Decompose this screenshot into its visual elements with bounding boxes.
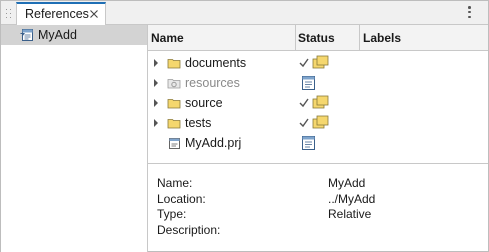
table-row[interactable]: resources <box>148 73 488 93</box>
property-name: Name: MyAdd <box>157 176 482 192</box>
reference-item-myadd[interactable]: MyAdd <box>1 25 147 45</box>
column-header-name[interactable]: Name <box>151 25 184 51</box>
property-key: Location: <box>157 191 206 206</box>
table-row[interactable]: tests <box>148 113 488 133</box>
close-icon[interactable] <box>88 8 100 20</box>
resource-folder-icon <box>167 79 181 89</box>
property-value: Relative <box>328 207 372 221</box>
row-name: source <box>185 96 223 110</box>
column-divider[interactable] <box>359 25 360 51</box>
project-file-icon <box>169 138 180 149</box>
panel-divider[interactable] <box>148 163 488 164</box>
properties-section: Name: MyAdd Location: ../MyAdd Type: Rel… <box>157 176 482 238</box>
folder-icon <box>167 59 181 69</box>
check-folder-status-icon <box>299 95 329 109</box>
property-value: ../MyAdd <box>328 191 376 206</box>
expand-arrow-icon[interactable] <box>153 98 159 108</box>
property-key: Description: <box>157 222 221 237</box>
more-options-icon[interactable] <box>468 6 472 20</box>
column-header-labels[interactable]: Labels <box>363 25 401 51</box>
table-row[interactable]: source <box>148 93 488 113</box>
references-list: MyAdd <box>1 25 148 252</box>
check-folder-status-icon <box>299 115 329 129</box>
tab-references[interactable]: References <box>16 2 106 26</box>
column-header-status[interactable]: Status <box>298 25 335 51</box>
table-row[interactable]: documents <box>148 53 488 73</box>
property-key: Name: <box>157 176 193 190</box>
property-location: Location: ../MyAdd <box>157 192 482 208</box>
property-key: Type: <box>157 207 187 221</box>
column-divider[interactable] <box>295 25 296 51</box>
references-panel: ······ References MyAdd Name Status <box>0 0 489 252</box>
table-row[interactable]: MyAdd.prj <box>148 133 488 153</box>
expand-arrow-icon[interactable] <box>153 78 159 88</box>
property-description: Description: <box>157 223 482 239</box>
property-value: MyAdd <box>328 176 366 190</box>
project-reference-icon <box>20 29 33 41</box>
expand-arrow-icon[interactable] <box>153 58 159 68</box>
tab-strip: ······ References <box>1 1 488 26</box>
property-type: Type: Relative <box>157 207 482 223</box>
reference-details: Name Status Labels documents resources s… <box>148 25 488 252</box>
check-folder-status-icon <box>299 55 329 69</box>
expand-arrow-icon[interactable] <box>153 118 159 128</box>
tab-label: References <box>25 7 89 21</box>
row-name: tests <box>185 116 212 130</box>
row-name: resources <box>185 76 240 90</box>
project-reference-status-icon <box>302 76 315 90</box>
row-name: documents <box>185 56 247 70</box>
row-name: MyAdd.prj <box>185 136 242 150</box>
project-reference-status-icon <box>302 136 315 150</box>
folder-icon <box>167 119 181 129</box>
drag-grip-icon[interactable]: ······ <box>5 7 11 19</box>
folder-icon <box>167 99 181 109</box>
table-header: Name Status Labels <box>148 25 488 51</box>
reference-item-label: MyAdd <box>38 28 77 42</box>
